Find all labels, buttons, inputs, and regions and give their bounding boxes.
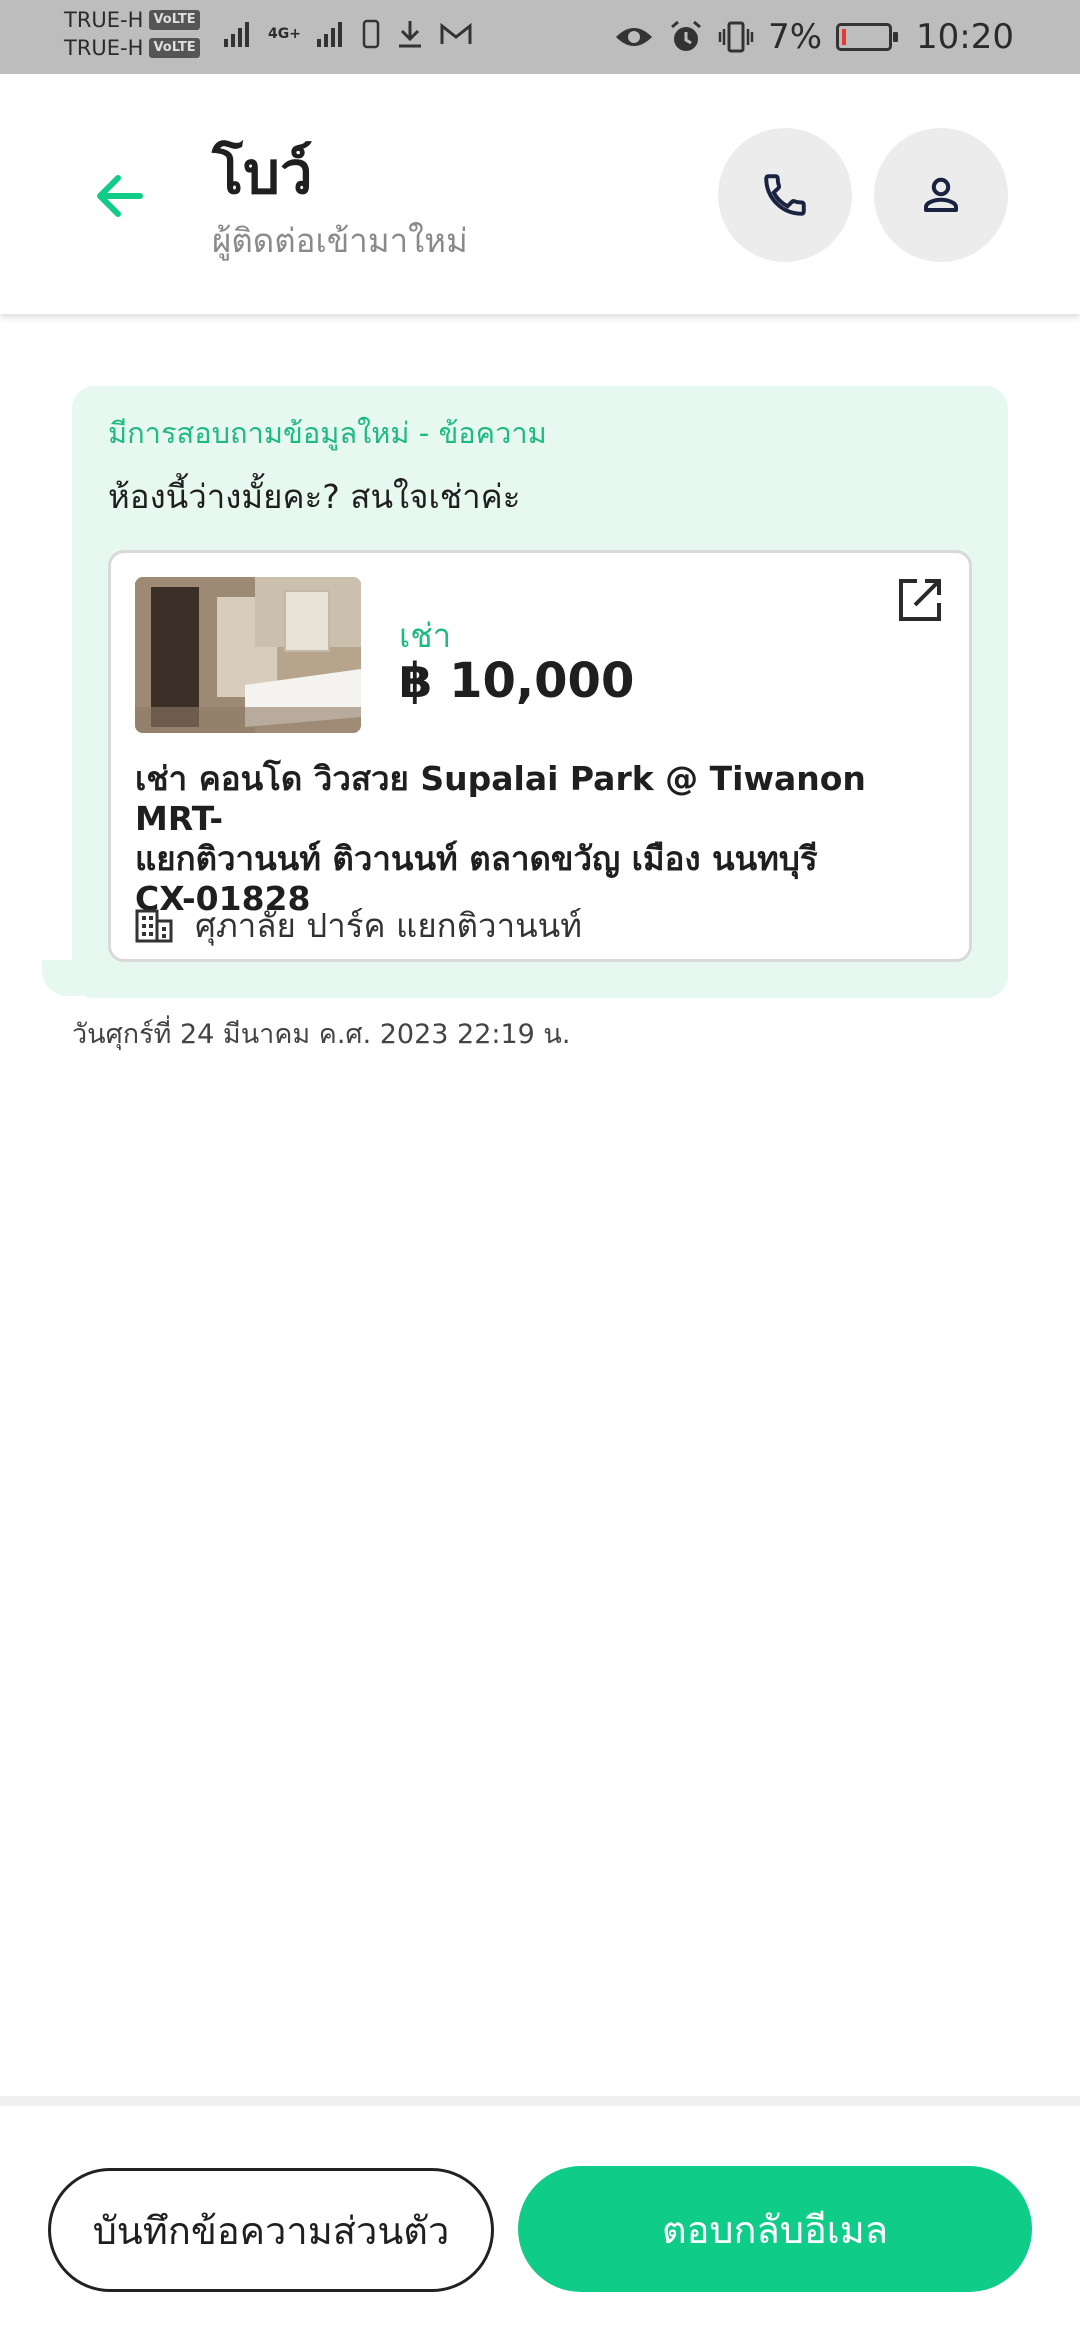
room-photo [135,577,361,733]
message-label: มีการสอบถามข้อมูลใหม่ - ข้อความ [108,416,547,450]
sim-icon [362,19,380,49]
signal-icon [224,22,249,47]
status-bar: TRUE-H VoLTE TRUE-H VoLTE 4G+ 7% 10:20 [0,0,1080,74]
alarm-icon [671,20,702,51]
status-left-icons: 4G+ [222,18,473,50]
carrier-info: TRUE-H VoLTE TRUE-H VoLTE [64,6,200,62]
listing-thumbnail[interactable] [135,577,361,733]
open-external-icon [899,579,941,621]
carrier-2: TRUE-H VoLTE [64,34,200,62]
battery-percent: 7% [768,17,823,57]
listing-card[interactable]: เช่า ฿ 10,000 เช่า คอนโด วิวสวย Supalai … [108,550,972,962]
message-timestamp: วันศุกร์ที่ 24 มีนาคม ค.ศ. 2023 22:19 น. [72,1019,571,1050]
contact-status: ผู้ติดต่อเข้ามาใหม่ [212,221,468,260]
person-icon [924,177,958,212]
message-text: ห้องนี้ว่างมั้ยคะ? สนใจเช่าค่ะ [108,477,521,516]
listing-price: ฿ 10,000 [399,653,635,709]
carrier-2-name: TRUE-H [64,36,144,60]
signal-icon [316,22,342,47]
volte-badge: VoLTE [149,10,200,30]
app-header: โบว์ ผู้ติดต่อเข้ามาใหม่ [0,74,1080,314]
phone-icon [764,174,806,216]
project-name: ศุภาลัย ปาร์ค แยกติวานนท์ [195,906,582,945]
eye-icon [616,28,653,46]
contact-name: โบว์ [212,139,313,207]
battery-icon [836,23,899,51]
clock: 10:20 [916,17,1014,57]
status-right-icons: 7% 10:20 [614,0,1014,74]
listing-title: เช่า คอนโด วิวสวย Supalai Park @ Tiwanon… [135,759,955,919]
back-button[interactable] [88,166,148,226]
arrow-left-icon [97,175,143,217]
network-type: 4G+ [268,26,301,42]
carrier-1: TRUE-H VoLTE [64,6,200,34]
battery-level [842,29,847,45]
listing-title-line: เช่า คอนโด วิวสวย Supalai Park @ Tiwanon… [135,759,866,838]
bottom-action-bar: บันทึกข้อความส่วนตัว ตอบกลับอีเมล [0,2096,1080,2340]
vibrate-icon [718,21,754,53]
reply-email-button[interactable]: ตอบกลับอีเมล [518,2166,1032,2292]
open-listing-button[interactable] [891,573,947,629]
private-note-button[interactable]: บันทึกข้อความส่วนตัว [48,2168,494,2292]
download-icon [398,21,421,48]
building-icon [135,909,173,942]
gmail-icon [440,22,472,44]
carrier-1-name: TRUE-H [64,8,144,32]
call-button[interactable] [718,128,852,262]
message-bubble: มีการสอบถามข้อมูลใหม่ - ข้อความ ห้องนี้ว… [72,386,1008,998]
project-row: ศุภาลัย ปาร์ค แยกติวานนท์ [135,899,582,952]
volte-badge: VoLTE [149,38,200,58]
profile-button[interactable] [874,128,1008,262]
listing-title-line: แยกติวานนท์ ติวานนท์ ตลาดขวัญ เมือง นนทบ… [135,839,818,878]
